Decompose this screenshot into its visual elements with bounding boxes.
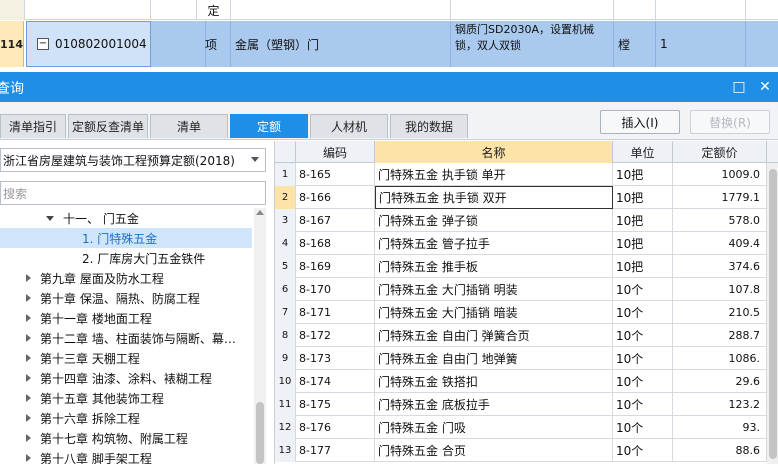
note-line-1: 钢质门SD2030A，设置机械 — [455, 23, 594, 36]
type-value[interactable]: 项 — [197, 21, 231, 67]
tab-bill-guide[interactable]: 清单指引 — [0, 114, 66, 138]
table-row[interactable]: 10 8-174 门特殊五金 铁搭扣 10个 29.6 — [275, 370, 767, 393]
table-row[interactable]: 5 8-169 门特殊五金 推手板 10把 374.6 — [275, 255, 767, 278]
caret-right-icon[interactable] — [26, 314, 31, 322]
name-cell-selected[interactable]: 金属（塑钢）门 — [231, 21, 451, 67]
code-cell-selected[interactable]: − 010802001004 — [26, 21, 151, 67]
grid-row-previous[interactable]: 定 — [0, 0, 778, 20]
left-panel: 浙江省房屋建筑与装饰工程预算定额(2018) 搜索 十一、 门五金 1. 门特殊… — [0, 141, 270, 464]
tree-node-door-hardware[interactable]: 十一、 门五金 — [0, 208, 252, 228]
window-title: 查询 — [0, 81, 24, 97]
unit-text: 定 — [207, 3, 220, 18]
tree-node-chapter-15[interactable]: 第十五章 其他装饰工程 — [0, 388, 252, 408]
main-grid-strip: 定 114 − 010802001004 项 金属（塑钢）门 钢质门SD2030… — [0, 0, 778, 70]
unit-cell-2 — [614, 0, 656, 20]
replace-button[interactable]: 替换(R) — [690, 110, 770, 134]
tree-node-special-door-hardware[interactable]: 1. 门特殊五金 — [0, 228, 252, 248]
collapse-icon[interactable]: − — [37, 38, 49, 50]
qty-cell — [656, 0, 746, 20]
scrollbar-thumb[interactable] — [769, 169, 777, 459]
scroll-up-icon[interactable] — [256, 210, 264, 215]
insert-button[interactable]: 插入(I) — [600, 110, 680, 134]
header-unit[interactable]: 单位 — [613, 141, 673, 163]
type-cell — [151, 0, 197, 20]
tab-quota-reverse-lookup[interactable]: 定额反查清单 — [68, 114, 148, 138]
tree-node-chapter-11[interactable]: 第十一章 楼地面工程 — [0, 308, 252, 328]
header-name[interactable]: 名称 — [375, 141, 613, 163]
caret-down-icon[interactable] — [46, 215, 54, 221]
caret-right-icon[interactable] — [26, 394, 31, 402]
chevron-down-icon[interactable] — [251, 157, 259, 162]
qty-cell-selected[interactable]: 1 — [656, 21, 746, 67]
row-number: 114 — [0, 21, 24, 67]
note-cell — [451, 0, 614, 20]
table-row[interactable]: 7 8-171 门特殊五金 大门插销 暗装 10个 210.5 — [275, 301, 767, 324]
tab-my-data[interactable]: 我的数据 — [390, 114, 468, 138]
grid-row-selected[interactable]: 114 − 010802001004 项 金属（塑钢）门 钢质门SD2030A，… — [0, 21, 778, 67]
table-scrollbar[interactable] — [767, 163, 778, 464]
tree-node-chapter-14[interactable]: 第十四章 油漆、涂料、裱糊工程 — [0, 368, 252, 388]
header-price[interactable]: 定额价 — [673, 141, 767, 163]
caret-right-icon[interactable] — [26, 354, 31, 362]
search-input[interactable]: 搜索 — [0, 181, 266, 205]
caret-right-icon[interactable] — [26, 274, 31, 282]
note-cell-selected[interactable]: 钢质门SD2030A，设置机械 锁，双人双锁 — [451, 21, 614, 67]
caret-right-icon[interactable] — [26, 414, 31, 422]
tab-labor-material-machine[interactable]: 人材机 — [310, 114, 388, 138]
code-cell — [25, 0, 151, 20]
unit-cell: 定 — [197, 0, 231, 20]
table-row[interactable]: 1 8-165 门特殊五金 执手锁 单开 10把 1009.0 — [275, 163, 767, 186]
code-text: 010802001004 — [55, 37, 147, 51]
restore-icon[interactable]: □ — [730, 78, 748, 96]
caret-right-icon[interactable] — [26, 374, 31, 382]
table-row[interactable]: 8 8-172 门特殊五金 自由门 弹簧合页 10个 288.7 — [275, 324, 767, 347]
table-row[interactable]: 9 8-173 门特殊五金 自由门 地弹簧 10个 1086. — [275, 347, 767, 370]
note-line-2: 锁，双人双锁 — [455, 39, 521, 52]
table-row[interactable]: 6 8-170 门特殊五金 大门插销 明装 10个 107.8 — [275, 278, 767, 301]
tree-scrollbar[interactable] — [254, 208, 266, 464]
tree-node-chapter-17[interactable]: 第十七章 构筑物、附属工程 — [0, 428, 252, 448]
close-icon[interactable]: ✕ — [756, 78, 774, 96]
tree-node-chapter-10[interactable]: 第十章 保温、隔热、防腐工程 — [0, 288, 252, 308]
search-placeholder: 搜索 — [3, 186, 28, 201]
caret-right-icon[interactable] — [26, 454, 31, 462]
table-row[interactable]: 12 8-176 门特殊五金 门吸 10个 93. — [275, 416, 767, 439]
library-name: 浙江省房屋建筑与装饰工程预算定额(2018) — [3, 153, 235, 168]
tree-node-chapter-13[interactable]: 第十三章 天棚工程 — [0, 348, 252, 368]
tree-node-chapter-9[interactable]: 第九章 屋面及防水工程 — [0, 268, 252, 288]
tab-bill[interactable]: 清单 — [150, 114, 228, 138]
header-index — [275, 141, 296, 163]
header-code[interactable]: 编码 — [296, 141, 375, 163]
unit-cell-selected[interactable]: 樘 — [614, 21, 656, 67]
tree-node-chapter-16[interactable]: 第十六章 拆除工程 — [0, 408, 252, 428]
tree-node-warehouse-door-hardware[interactable]: 2. 厂库房大门五金铁件 — [0, 248, 252, 268]
caret-right-icon[interactable] — [26, 434, 31, 442]
table-row[interactable]: 13 8-177 门特殊五金 合页 10个 88.6 — [275, 439, 767, 462]
table-header: 编码 名称 单位 定额价 — [275, 141, 778, 163]
table-row[interactable]: 11 8-175 门特殊五金 底板拉手 10个 123.2 — [275, 393, 767, 416]
quota-library-select[interactable]: 浙江省房屋建筑与装饰工程预算定额(2018) — [0, 148, 266, 172]
table-row-selected[interactable]: 2 8-166 门特殊五金 执手锁 双开 10把 1779.1 — [275, 186, 767, 209]
tab-quota[interactable]: 定额 — [230, 114, 308, 138]
quota-table: 编码 名称 单位 定额价 1 8-165 门特殊五金 执手锁 单开 10把 10… — [274, 141, 778, 464]
chapter-tree: 十一、 门五金 1. 门特殊五金 2. 厂库房大门五金铁件 第九章 屋面及防水工… — [0, 208, 252, 464]
caret-right-icon[interactable] — [26, 334, 31, 342]
query-window-titlebar: 查询 □ ✕ — [0, 72, 778, 102]
row-header-cell — [0, 0, 25, 20]
table-row[interactable]: 4 8-168 门特殊五金 管子拉手 10把 409.4 — [275, 232, 767, 255]
table-row[interactable]: 3 8-167 门特殊五金 弹子锁 10把 578.0 — [275, 209, 767, 232]
caret-right-icon[interactable] — [26, 294, 31, 302]
tree-node-chapter-12[interactable]: 第十二章 墙、柱面装饰与隔断、幕… — [0, 328, 252, 348]
name-cell — [231, 0, 451, 20]
scrollbar-thumb[interactable] — [256, 402, 264, 464]
tree-node-chapter-18[interactable]: 第十八章 脚手架工程 — [0, 448, 252, 464]
